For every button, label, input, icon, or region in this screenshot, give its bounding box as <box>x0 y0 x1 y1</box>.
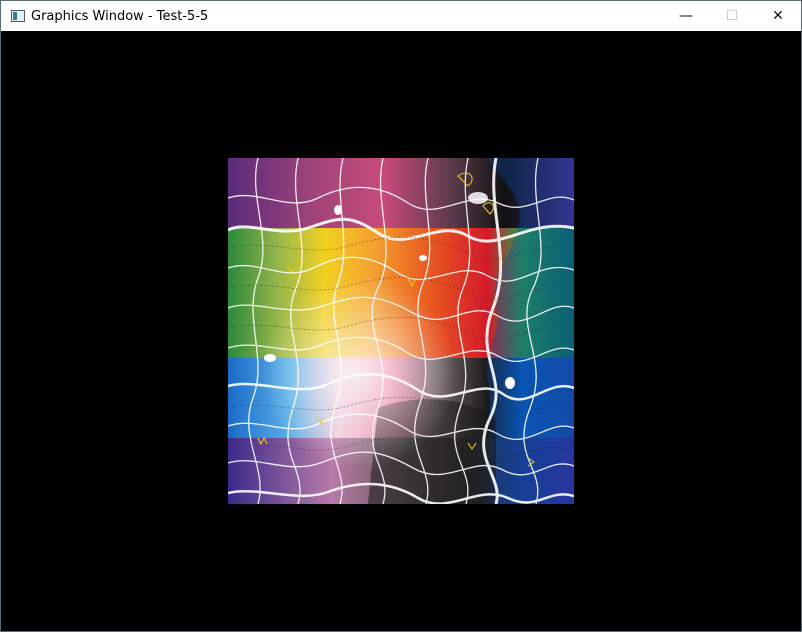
app-window-icon <box>11 10 25 22</box>
minimize-icon: — <box>679 8 693 24</box>
window-title: Graphics Window - Test-5-5 <box>31 8 209 24</box>
graphics-window: Graphics Window - Test-5-5 — ☐ ✕ <box>0 0 802 632</box>
render-canvas[interactable] <box>1 31 801 631</box>
maximize-icon: ☐ <box>725 8 739 24</box>
maximize-button[interactable]: ☐ <box>709 1 755 31</box>
title-bar[interactable]: Graphics Window - Test-5-5 — ☐ ✕ <box>1 1 801 31</box>
rendered-texture-quad <box>228 158 574 504</box>
close-button[interactable]: ✕ <box>755 1 801 31</box>
minimize-button[interactable]: — <box>663 1 709 31</box>
close-icon: ✕ <box>772 8 784 24</box>
window-controls: — ☐ ✕ <box>663 1 801 31</box>
texture-image <box>228 158 574 504</box>
